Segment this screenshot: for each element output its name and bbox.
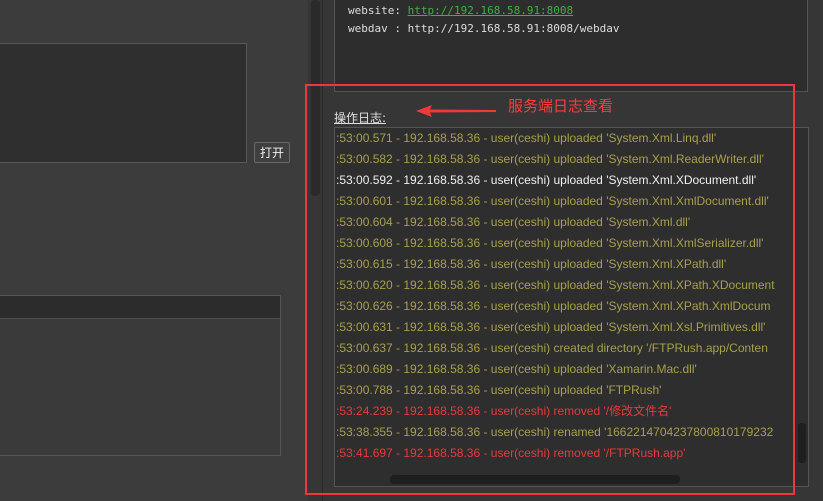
- log-line: :53:00.608 - 192.168.58.36 - user(ceshi)…: [336, 236, 764, 250]
- webdav-line: webdav : http://192.168.58.91:8008/webda…: [348, 22, 620, 35]
- log-line: :53:24.239 - 192.168.58.36 - user(ceshi)…: [336, 404, 672, 418]
- log-line: :53:41.697 - 192.168.58.36 - user(ceshi)…: [336, 446, 686, 460]
- log-line: :53:00.689 - 192.168.58.36 - user(ceshi)…: [336, 362, 697, 376]
- website-line: website: http://192.168.58.91:8008: [348, 4, 573, 17]
- log-line: :53:00.631 - 192.168.58.36 - user(ceshi)…: [336, 320, 766, 334]
- file-list[interactable]: [0, 295, 281, 456]
- log-line: :53:00.620 - 192.168.58.36 - user(ceshi)…: [336, 278, 775, 292]
- annotation-text: 服务端日志查看: [508, 97, 614, 115]
- log-line: :53:00.592 - 192.168.58.36 - user(ceshi)…: [336, 173, 757, 187]
- pane-divider[interactable]: [322, 0, 323, 501]
- log-horizontal-scrollbar[interactable]: [390, 475, 680, 484]
- annotation-arrow-icon: [416, 105, 496, 117]
- website-link[interactable]: http://192.168.58.91:8008: [408, 4, 574, 17]
- log-vertical-scrollbar[interactable]: [798, 423, 806, 463]
- log-line: :53:00.626 - 192.168.58.36 - user(ceshi)…: [336, 299, 771, 313]
- server-info-box: website: http://192.168.58.91:8008 webda…: [334, 0, 808, 92]
- log-panel[interactable]: :53:00.571 - 192.168.58.36 - user(ceshi)…: [334, 127, 809, 487]
- log-line: :53:00.582 - 192.168.58.36 - user(ceshi)…: [336, 152, 764, 166]
- log-line: :53:00.615 - 192.168.58.36 - user(ceshi)…: [336, 257, 727, 271]
- website-label: website:: [348, 4, 408, 17]
- log-lines: :53:00.571 - 192.168.58.36 - user(ceshi)…: [336, 128, 796, 464]
- left-scrollbar-thumb[interactable]: [311, 0, 320, 196]
- log-line: :53:00.571 - 192.168.58.36 - user(ceshi)…: [336, 131, 717, 145]
- path-text-area[interactable]: [0, 43, 247, 163]
- log-line: :53:00.637 - 192.168.58.36 - user(ceshi)…: [336, 341, 768, 355]
- left-panel: 打开: [0, 0, 308, 501]
- log-line: :53:00.601 - 192.168.58.36 - user(ceshi)…: [336, 194, 769, 208]
- log-label: 操作日志:: [334, 111, 387, 125]
- log-line: :53:38.355 - 192.168.58.36 - user(ceshi)…: [336, 425, 774, 439]
- log-line: :53:00.788 - 192.168.58.36 - user(ceshi)…: [336, 383, 662, 397]
- file-list-header: [0, 296, 280, 319]
- open-button[interactable]: 打开: [254, 142, 290, 163]
- log-line: :53:00.604 - 192.168.58.36 - user(ceshi)…: [336, 215, 691, 229]
